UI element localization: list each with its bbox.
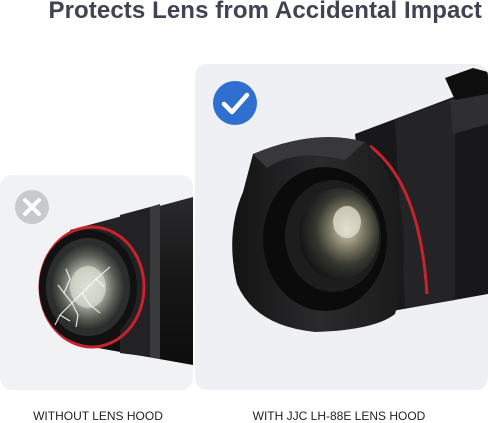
with-hood-caption: WITH JJC LH-88E LENS HOOD xyxy=(252,409,426,423)
lens-with-hood-illustration xyxy=(213,68,488,332)
without-hood-panel xyxy=(0,175,193,390)
checkmark-icon xyxy=(213,81,257,125)
lens-without-hood-illustration xyxy=(15,190,193,365)
without-hood-caption: WITHOUT LENS HOOD xyxy=(33,409,163,423)
page-title: Protects Lens from Accidental Impact xyxy=(48,0,482,24)
with-hood-panel xyxy=(195,64,488,390)
